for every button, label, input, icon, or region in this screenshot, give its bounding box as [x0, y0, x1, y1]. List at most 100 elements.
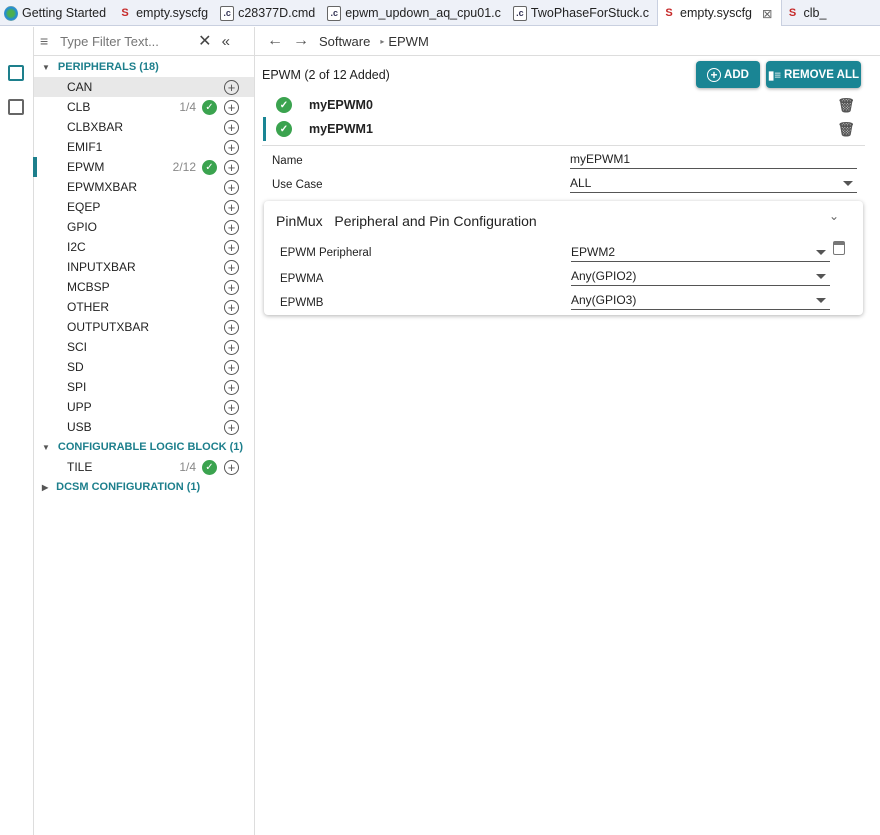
add-icon[interactable]: + [224, 179, 239, 195]
add-icon[interactable]: + [224, 259, 239, 275]
add-icon[interactable]: + [224, 459, 239, 475]
divider [262, 145, 865, 146]
tree-item-spi[interactable]: SPI + [34, 377, 254, 397]
calculator-icon[interactable] [8, 99, 24, 115]
software-view-icon[interactable] [8, 65, 24, 81]
instance-row-selected[interactable]: ✓ myEPWM1 🗑 [263, 117, 863, 141]
add-icon[interactable]: + [224, 99, 239, 115]
name-input[interactable]: myEPWM1 [570, 152, 857, 169]
delete-icon[interactable]: 🗑 [837, 121, 855, 138]
add-label: ADD [724, 68, 749, 81]
instance-name: myEPWM0 [309, 98, 373, 112]
pinmux-header[interactable]: PinMux Peripheral and Pin Configuration [276, 213, 537, 229]
item-label: SCI [67, 340, 88, 354]
tab[interactable]: Sclb_ [782, 0, 835, 26]
add-icon[interactable]: + [224, 159, 239, 175]
filter-bar: ≡ ✕ « [34, 27, 254, 56]
item-label: SD [67, 360, 84, 374]
item-label: EMIF1 [67, 140, 103, 154]
close-tab-icon[interactable]: ⊠ [762, 6, 772, 21]
peripheral-tree: ≡ ✕ « ▼PERIPHERALS (18)CAN+CLB1/4✓+CLBXB… [33, 27, 255, 835]
filter-input[interactable] [60, 33, 191, 49]
tab[interactable]: Getting Started [0, 0, 114, 26]
main-panel: ← → Software ▸ EPWM EPWM (2 of 12 Added)… [255, 27, 880, 835]
tree-item-emif1[interactable]: EMIF1 + [34, 137, 254, 157]
add-icon[interactable]: + [224, 139, 239, 155]
tree-item-epwmxbar[interactable]: EPWMXBAR + [34, 177, 254, 197]
epwm-peripheral-label: EPWM Peripheral [280, 247, 372, 259]
tab[interactable]: Sempty.syscfg ⊠ [657, 0, 782, 26]
epwm-peripheral-select[interactable]: EPWM2 [571, 245, 830, 262]
tree-item-epwm[interactable]: EPWM 2/12 ✓ + [33, 157, 254, 177]
tab[interactable]: .c TwoPhaseForStuck.c [509, 0, 657, 26]
tree-category[interactable]: ▶ DCSM CONFIGURATION (1) [34, 477, 254, 497]
add-icon[interactable]: + [224, 199, 239, 215]
item-count: 1/4 [179, 460, 196, 474]
c-file-icon: .c [327, 5, 342, 21]
item-count: 2/12 [172, 160, 196, 174]
clear-filter-icon[interactable]: ✕ [198, 31, 211, 51]
tab-label: clb_ [803, 6, 827, 20]
epwma-select[interactable]: Any(GPIO2) [571, 269, 830, 286]
tab-label: empty.syscfg [136, 6, 209, 20]
breadcrumb-software[interactable]: Software [319, 34, 370, 49]
add-icon[interactable]: + [224, 359, 239, 375]
breadcrumb: ← → Software ▸ EPWM [255, 27, 880, 56]
tree-item-upp[interactable]: UPP + [34, 397, 254, 417]
tree-item-i2c[interactable]: I2C + [34, 237, 254, 257]
check-icon: ✓ [202, 99, 217, 115]
add-icon[interactable]: + [224, 339, 239, 355]
tree-item-clbxbar[interactable]: CLBXBAR + [34, 117, 254, 137]
add-icon[interactable]: + [224, 239, 239, 255]
collapse-icon[interactable]: « [222, 33, 230, 50]
tree-item-eqep[interactable]: EQEP + [34, 197, 254, 217]
tree-item-mcbsp[interactable]: MCBSP + [34, 277, 254, 297]
tab-label: TwoPhaseForStuck.c [530, 6, 649, 20]
add-button[interactable]: + ADD [696, 61, 760, 88]
item-label: CAN [67, 80, 93, 94]
pinmux-subtitle: Peripheral and Pin Configuration [334, 213, 537, 229]
remove-all-button[interactable]: ▮≡ REMOVE ALL [766, 61, 861, 88]
tree-item-outputxbar[interactable]: OUTPUTXBAR + [34, 317, 254, 337]
add-icon[interactable]: + [224, 279, 239, 295]
tree-item-can[interactable]: CAN + [34, 77, 254, 97]
forward-icon[interactable]: → [293, 32, 309, 50]
tree-item-sd[interactable]: SD + [34, 357, 254, 377]
syscfg-icon: S [121, 7, 129, 19]
use-case-label: Use Case [272, 179, 323, 191]
collapse-chevron-icon[interactable]: ⌄ [829, 209, 839, 223]
collapsed-arrow-icon: ▶ [42, 482, 49, 492]
tree-item-sci[interactable]: SCI + [34, 337, 254, 357]
add-icon[interactable]: + [224, 379, 239, 395]
add-icon[interactable]: + [224, 319, 239, 335]
tree-item-tile[interactable]: TILE 1/4 ✓ + [34, 457, 254, 477]
use-case-select[interactable]: ALL [570, 176, 857, 193]
tab[interactable]: Sempty.syscfg [114, 0, 216, 26]
tree-item-gpio[interactable]: GPIO + [34, 217, 254, 237]
lock-icon[interactable] [833, 241, 845, 255]
tree-item-other[interactable]: OTHER + [34, 297, 254, 317]
item-label: MCBSP [67, 280, 110, 294]
add-icon[interactable]: + [224, 299, 239, 315]
value: Any(GPIO2) [571, 269, 637, 283]
add-icon[interactable]: + [224, 399, 239, 415]
tree-item-usb[interactable]: USB + [34, 417, 254, 437]
pinmux-card: PinMux Peripheral and Pin Configuration … [264, 201, 863, 315]
back-icon[interactable]: ← [267, 32, 283, 50]
instance-row[interactable]: ✓ myEPWM0 🗑 [263, 93, 863, 117]
add-icon[interactable]: + [224, 79, 239, 95]
add-icon[interactable]: + [224, 119, 239, 135]
delete-icon[interactable]: 🗑 [837, 97, 855, 114]
item-label: OTHER [67, 300, 109, 314]
tree-item-inputxbar[interactable]: INPUTXBAR + [34, 257, 254, 277]
tree-item-clb[interactable]: CLB 1/4 ✓ + [34, 97, 254, 117]
tree-category[interactable]: ▼ CONFIGURABLE LOGIC BLOCK (1) [34, 437, 254, 457]
add-icon[interactable]: + [224, 219, 239, 235]
tab[interactable]: .c c28377D.cmd [216, 0, 323, 26]
item-count: 1/4 [179, 100, 196, 114]
tree-category[interactable]: ▼ PERIPHERALS (18) [34, 57, 254, 77]
item-label: USB [67, 420, 92, 434]
add-icon[interactable]: + [224, 419, 239, 435]
tab[interactable]: .c epwm_updown_aq_cpu01.c [323, 0, 509, 26]
epwmb-select[interactable]: Any(GPIO3) [571, 293, 830, 310]
